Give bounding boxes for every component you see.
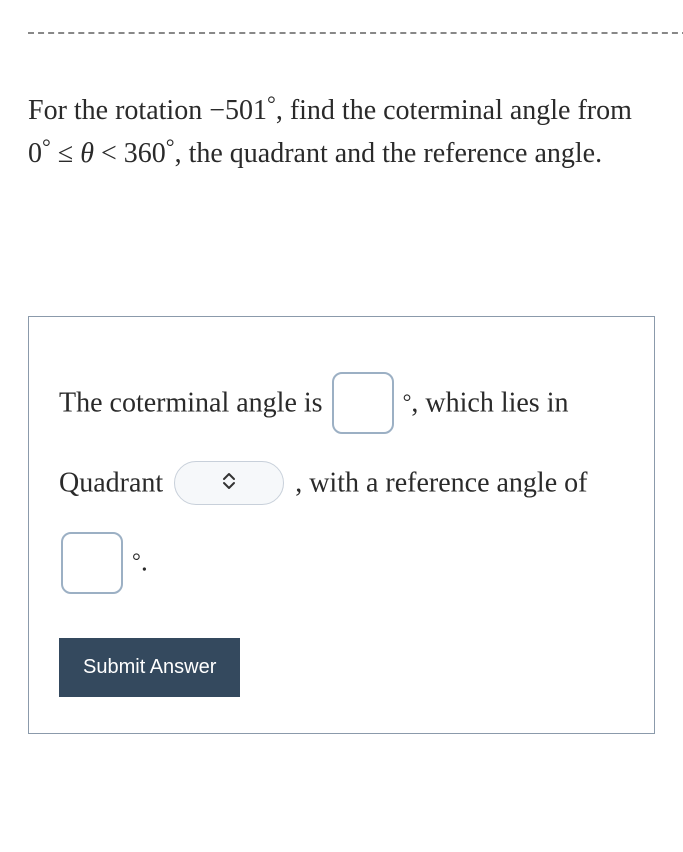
a-deg2: ° xyxy=(132,548,141,573)
answer-box: The coterminal angle is °, which lies in… xyxy=(28,316,655,734)
question-area: For the rotation −501°, find the cotermi… xyxy=(0,34,683,206)
answer-text: The coterminal angle is °, which lies in… xyxy=(59,363,624,602)
q-mid1: , find the coterminal angle from xyxy=(276,95,632,126)
a-deg1: ° xyxy=(403,389,412,414)
submit-answer-button[interactable]: Submit Answer xyxy=(59,638,240,697)
q-theta: θ xyxy=(80,138,94,169)
q-rotation-deg: ° xyxy=(267,91,276,116)
q-rotation-value: −501 xyxy=(209,95,267,126)
chevron-up-down-icon xyxy=(221,471,237,495)
reference-angle-input[interactable] xyxy=(61,532,123,594)
q-range-low-deg: ° xyxy=(42,134,51,159)
q-mid2: , the quadrant and the reference angle. xyxy=(175,138,603,169)
q-range-low: 0 xyxy=(28,138,42,169)
quadrant-select[interactable] xyxy=(174,461,284,505)
coterminal-angle-input[interactable] xyxy=(332,372,394,434)
a-part3: , with a reference angle of xyxy=(295,467,587,498)
q-range-high: 360 xyxy=(124,138,166,169)
a-part1: The coterminal angle is xyxy=(59,387,330,418)
q-le: ≤ xyxy=(51,138,80,169)
q-prefix: For the rotation xyxy=(28,95,209,126)
q-range-high-deg: ° xyxy=(166,134,175,159)
a-period: . xyxy=(141,547,148,578)
q-lt: < xyxy=(94,138,124,169)
question-text: For the rotation −501°, find the cotermi… xyxy=(28,89,655,176)
